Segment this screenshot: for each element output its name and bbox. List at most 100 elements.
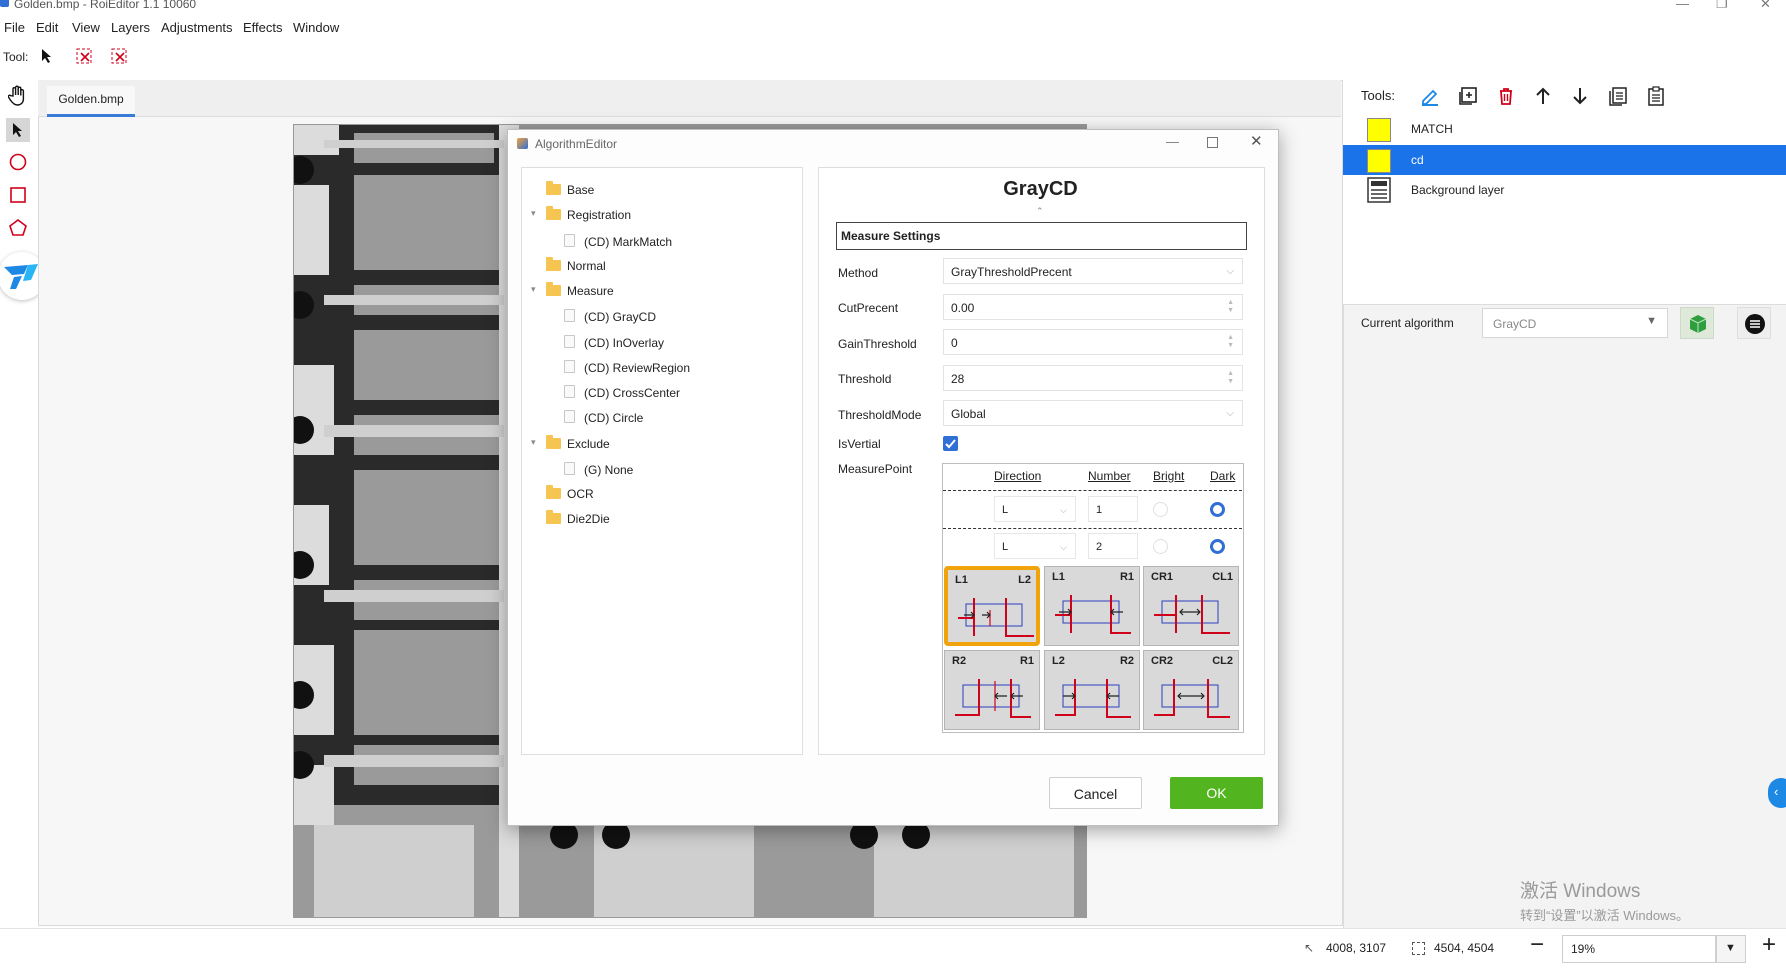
- pointer-tool-icon[interactable]: [40, 48, 54, 67]
- hand-tool-icon[interactable]: [6, 84, 30, 108]
- dialog-maximize-button[interactable]: [1207, 137, 1218, 148]
- tools-label: Tools:: [1361, 88, 1395, 103]
- tree-item-graycd[interactable]: (CD) GrayCD: [564, 309, 656, 324]
- tree-item-crosscenter[interactable]: (CD) CrossCenter: [564, 385, 680, 400]
- direction-select-row2[interactable]: L ⌵: [994, 533, 1076, 559]
- tree-folder-registration[interactable]: Registration: [546, 206, 631, 222]
- thresholdmode-select[interactable]: Global ⌵: [943, 400, 1243, 426]
- folder-icon: [546, 282, 561, 296]
- number-input-row2[interactable]: 2: [1088, 533, 1138, 559]
- cancel-button[interactable]: Cancel: [1049, 777, 1142, 809]
- spinner-icon[interactable]: ▲ ▼: [1227, 334, 1234, 350]
- algorithm-menu-button[interactable]: [1737, 307, 1771, 339]
- polygon-tool-icon[interactable]: [6, 216, 30, 240]
- menu-bar: File Edit View Layers Adjustments Effect…: [0, 17, 1786, 37]
- tree-item-markmatch[interactable]: (CD) MarkMatch: [564, 234, 672, 249]
- maximize-button[interactable]: ❐: [1716, 0, 1728, 12]
- tree-folder-die2die[interactable]: Die2Die: [546, 510, 610, 526]
- menu-file[interactable]: File: [4, 20, 25, 35]
- ok-button[interactable]: OK: [1170, 777, 1263, 809]
- delete-roi-icon[interactable]: [76, 48, 94, 69]
- zoom-out-button[interactable]: −: [1530, 931, 1544, 959]
- bright-radio-row1[interactable]: [1153, 502, 1168, 517]
- menu-edit[interactable]: Edit: [36, 20, 58, 35]
- expand-arrow-icon[interactable]: ▾: [531, 437, 536, 448]
- panel-collapse-handle[interactable]: ‹: [1768, 778, 1786, 808]
- direction-select-row1[interactable]: L ⌵: [994, 496, 1076, 522]
- number-value: 1: [1096, 504, 1103, 516]
- add-layer-icon[interactable]: [1455, 83, 1481, 109]
- check-icon: [945, 439, 956, 449]
- document-tab[interactable]: Golden.bmp: [47, 86, 135, 117]
- tree-folder-measure[interactable]: Measure: [546, 282, 614, 298]
- tree-folder-exclude[interactable]: Exclude: [546, 435, 610, 451]
- circle-tool-icon[interactable]: [6, 150, 30, 174]
- menu-window[interactable]: Window: [293, 20, 339, 35]
- mode-tile-l1-l2[interactable]: L1 L2: [944, 566, 1040, 646]
- mode-tile-cr2-cl2[interactable]: CR2 CL2: [1143, 650, 1239, 730]
- collapse-caret-icon[interactable]: ⌃: [1036, 206, 1044, 217]
- apply-algorithm-button[interactable]: [1680, 307, 1714, 339]
- chevron-down-icon: ⌵: [1226, 266, 1234, 277]
- threshold-input[interactable]: 28 ▲ ▼: [943, 365, 1243, 391]
- chevron-down-icon: ▼: [1646, 315, 1657, 327]
- current-algorithm-select[interactable]: GrayCD ▼: [1482, 308, 1668, 338]
- spinner-icon[interactable]: ▲ ▼: [1227, 370, 1234, 386]
- zoom-input[interactable]: 19%: [1562, 935, 1716, 963]
- document-tab-strip: [38, 80, 1341, 117]
- copy-layer-icon[interactable]: [1605, 83, 1631, 109]
- title-bar: Golden.bmp - RoiEditor 1.1 10060 — ❐ ✕: [0, 0, 1786, 14]
- spinner-icon[interactable]: ▲ ▼: [1227, 299, 1234, 315]
- expand-arrow-icon[interactable]: ▾: [531, 284, 536, 295]
- layer-row-match[interactable]: MATCH: [1343, 114, 1786, 144]
- expand-arrow-icon[interactable]: ▾: [531, 208, 536, 219]
- select-tool-icon[interactable]: [6, 118, 30, 142]
- delete-all-roi-icon[interactable]: [111, 48, 129, 69]
- zoom-dropdown-button[interactable]: ▼: [1716, 935, 1746, 963]
- gainthreshold-input[interactable]: 0 ▲ ▼: [943, 329, 1243, 355]
- tree-item-reviewregion[interactable]: (CD) ReviewRegion: [564, 360, 690, 375]
- zoom-in-button[interactable]: +: [1762, 931, 1776, 959]
- delete-layer-icon[interactable]: [1493, 83, 1519, 109]
- cutprecent-input[interactable]: 0.00 ▲ ▼: [943, 294, 1243, 320]
- dialog-minimize-button[interactable]: —: [1166, 134, 1179, 149]
- menu-view[interactable]: View: [72, 20, 100, 35]
- rectangle-tool-icon[interactable]: [6, 183, 30, 207]
- layer-row-cd[interactable]: cd: [1343, 145, 1786, 175]
- tree-item-circle[interactable]: (CD) Circle: [564, 410, 643, 425]
- dialog-app-icon: [517, 138, 528, 149]
- tree-folder-ocr[interactable]: OCR: [546, 485, 594, 501]
- tree-folder-base[interactable]: Base: [546, 181, 594, 197]
- document-icon: [564, 234, 575, 247]
- image-size: 4504, 4504: [1434, 941, 1495, 955]
- mode-tile-l1-r1[interactable]: L1 R1: [1044, 566, 1140, 646]
- mode-tile-cr1-cl1[interactable]: CR1 CL1: [1143, 566, 1239, 646]
- close-window-button[interactable]: ✕: [1760, 0, 1771, 12]
- header-direction: Direction: [994, 469, 1042, 483]
- folder-icon: [546, 435, 561, 449]
- edit-pen-icon[interactable]: [1417, 83, 1443, 109]
- zoom-value: 19%: [1571, 942, 1596, 956]
- mode-tile-r2-r1[interactable]: R2 R1: [944, 650, 1040, 730]
- dark-radio-row2[interactable]: [1210, 539, 1225, 554]
- layer-row-background[interactable]: Background layer: [1343, 175, 1786, 205]
- move-down-icon[interactable]: [1567, 83, 1593, 109]
- isvertial-checkbox[interactable]: [943, 436, 958, 451]
- dark-radio-row1[interactable]: [1210, 502, 1225, 517]
- method-select[interactable]: GrayThresholdPrecent ⌵: [943, 258, 1243, 284]
- bright-radio-row2[interactable]: [1153, 539, 1168, 554]
- tree-item-inoverlay[interactable]: (CD) InOverlay: [564, 335, 664, 350]
- tree-folder-normal[interactable]: Normal: [546, 257, 606, 273]
- menu-effects[interactable]: Effects: [243, 20, 283, 35]
- tree-item-none[interactable]: (G) None: [564, 462, 633, 477]
- number-input-row1[interactable]: 1: [1088, 496, 1138, 522]
- measure-diagram-icon: [955, 679, 1031, 718]
- activation-watermark: 激活 Windows 转到“设置”以激活 Windows。: [1520, 876, 1689, 924]
- menu-layers[interactable]: Layers: [111, 20, 150, 35]
- dialog-close-button[interactable]: ✕: [1250, 132, 1263, 150]
- mode-tile-l2-r2[interactable]: L2 R2: [1044, 650, 1140, 730]
- paste-layer-icon[interactable]: [1643, 83, 1669, 109]
- move-up-icon[interactable]: [1530, 83, 1556, 109]
- menu-adjustments[interactable]: Adjustments: [161, 20, 233, 35]
- minimize-button[interactable]: —: [1676, 0, 1689, 11]
